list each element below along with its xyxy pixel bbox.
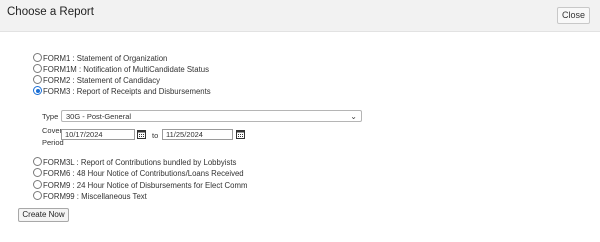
radio-icon[interactable]: [33, 75, 42, 84]
report-option-label: FORM9 : 24 Hour Notice of Disbursements …: [43, 181, 248, 190]
report-option-label: FORM6 : 48 Hour Notice of Contributions/…: [43, 169, 244, 178]
report-option-label: FORM3L : Report of Contributions bundled…: [43, 158, 237, 167]
cover-from-date-value: 10/17/2024: [65, 130, 103, 139]
dialog-header: Choose a Report Close: [0, 0, 600, 32]
radio-checked-icon[interactable]: [33, 86, 42, 95]
report-option-form9[interactable]: FORM9 : 24 Hour Notice of Disbursements …: [33, 180, 248, 191]
close-button[interactable]: Close: [557, 7, 590, 24]
radio-icon[interactable]: [33, 64, 42, 73]
radio-icon[interactable]: [33, 168, 42, 177]
report-option-form3l[interactable]: FORM3L : Report of Contributions bundled…: [33, 157, 236, 168]
report-option-label: FORM99 : Miscellaneous Text: [43, 192, 147, 201]
calendar-icon[interactable]: [236, 129, 245, 139]
cover-to-date-input[interactable]: 11/25/2024: [162, 129, 233, 140]
report-option-form1m[interactable]: FORM1M : Notification of MultiCandidate …: [33, 64, 209, 75]
cover-to-date-value: 11/25/2024: [166, 130, 203, 139]
to-label: to: [152, 131, 159, 140]
create-now-button[interactable]: Create Now: [18, 208, 69, 222]
type-select-value: 30G - Post-General: [66, 112, 132, 121]
report-option-label: FORM1M : Notification of MultiCandidate …: [43, 65, 209, 74]
radio-icon[interactable]: [33, 157, 42, 166]
report-option-form2[interactable]: FORM2 : Statement of Candidacy: [33, 75, 160, 86]
report-option-form99[interactable]: FORM99 : Miscellaneous Text: [33, 191, 147, 202]
report-option-label: FORM1 : Statement of Organization: [43, 54, 168, 63]
calendar-icon[interactable]: [137, 129, 146, 139]
radio-icon[interactable]: [33, 53, 42, 62]
chevron-down-icon: ⌄: [350, 112, 357, 121]
report-option-label: FORM3 : Report of Receipts and Disbursem…: [43, 87, 211, 96]
cover-label: Cover: [42, 126, 63, 135]
radio-icon[interactable]: [33, 191, 42, 200]
report-option-label: FORM2 : Statement of Candidacy: [43, 76, 161, 85]
cover-from-date-input[interactable]: 10/17/2024: [61, 129, 135, 140]
type-label: Type: [42, 112, 59, 121]
report-option-form6[interactable]: FORM6 : 48 Hour Notice of Contributions/…: [33, 168, 244, 179]
dialog-title: Choose a Report: [7, 6, 94, 18]
radio-icon[interactable]: [33, 180, 42, 189]
report-option-form3[interactable]: FORM3 : Report of Receipts and Disbursem…: [33, 86, 211, 97]
type-select[interactable]: 30G - Post-General ⌄: [61, 110, 362, 122]
report-option-form1[interactable]: FORM1 : Statement of Organization: [33, 53, 167, 64]
